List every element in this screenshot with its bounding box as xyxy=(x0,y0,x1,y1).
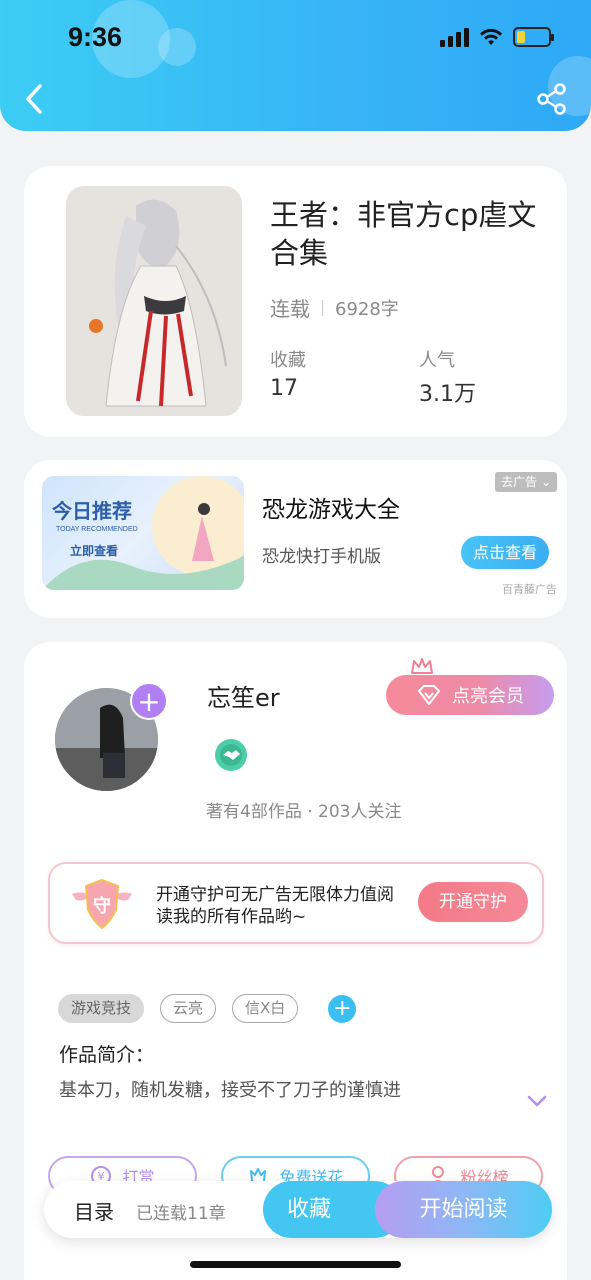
guard-button[interactable]: 开通守护 xyxy=(418,882,528,922)
intro-text: 基本刀，随机发糖，接受不了刀子的谨慎进 xyxy=(59,1080,401,1101)
ad-card[interactable]: 今日推荐 TODAY RECOMMENDED 立即查看 恐龙游戏大全 恐龙快打手… xyxy=(24,460,567,618)
add-tag-button[interactable]: + xyxy=(328,994,357,1023)
handshake-badge-icon[interactable] xyxy=(214,738,248,772)
share-icon[interactable] xyxy=(535,82,569,116)
signal-icon xyxy=(440,27,469,47)
book-status-row: 连载 6928字 xyxy=(270,293,399,322)
battery-icon xyxy=(513,27,554,47)
word-count: 6928字 xyxy=(335,298,399,320)
remove-ad-button[interactable]: 去广告 ⌄ xyxy=(495,472,557,492)
ad-source: 百青藤广告 xyxy=(502,583,557,596)
ad-title: 恐龙游戏大全 xyxy=(262,497,400,523)
guard-text: 开通守护可无广告无限体力值阅读我的所有作品哟~ xyxy=(156,885,394,927)
header-bar: 9:36 xyxy=(0,0,591,131)
popularity-value: 3.1万 xyxy=(419,382,476,407)
tag-list: 游戏竞技 云亮 信X白 + xyxy=(58,994,357,1023)
follow-button[interactable]: + xyxy=(130,682,168,720)
crown-icon xyxy=(411,658,433,674)
decor-bubble xyxy=(158,28,196,66)
start-reading-button[interactable]: 开始阅读 xyxy=(375,1181,552,1238)
status-icons xyxy=(440,27,554,47)
ad-subtitle: 恐龙快打手机版 xyxy=(262,547,381,567)
book-title: 王者：非官方cp虐文合集 xyxy=(270,198,537,270)
ad-image-title: 今日推荐 xyxy=(52,499,132,523)
remove-ad-label: 去广告 xyxy=(501,475,538,489)
divider xyxy=(322,299,323,316)
favorites-value: 17 xyxy=(270,376,298,401)
home-indicator xyxy=(190,1261,401,1268)
ad-image-button: 立即查看 xyxy=(70,543,118,558)
guard-banner: 守 开通守护可无广告无限体力值阅读我的所有作品哟~ 开通守护 xyxy=(48,862,544,944)
ad-image-subtitle: TODAY RECOMMENDED xyxy=(56,526,138,533)
tag-item[interactable]: 信X白 xyxy=(232,994,299,1023)
ad-cta-button[interactable]: 点击查看 xyxy=(461,536,549,569)
tag-item[interactable]: 游戏竞技 xyxy=(58,994,145,1023)
wifi-icon xyxy=(480,28,502,45)
cover-illustration xyxy=(66,186,242,416)
chapters-count[interactable]: 已连载11章 xyxy=(136,1199,226,1224)
tag-item[interactable]: 云亮 xyxy=(160,994,217,1023)
status-time: 9:36 xyxy=(68,22,123,52)
book-info-card: 王者：非官方cp虐文合集 连载 6928字 收藏 17 人气 3.1万 xyxy=(24,166,567,437)
book-cover[interactable] xyxy=(66,186,242,416)
vip-button[interactable]: 点亮会员 xyxy=(386,675,554,715)
serial-status: 连载 xyxy=(270,297,310,321)
guard-shield-text: 守 xyxy=(93,895,111,917)
author-meta: 著有4部作品 · 203人关注 xyxy=(206,802,402,822)
bottom-action-bar: 目录 已连载11章 收藏 开始阅读 xyxy=(44,1181,552,1238)
guard-shield-icon: 守 xyxy=(72,878,132,930)
intro-label: 作品简介： xyxy=(59,1044,155,1066)
popularity-label: 人气 xyxy=(419,350,455,371)
ad-image[interactable]: 今日推荐 TODAY RECOMMENDED 立即查看 xyxy=(42,476,244,590)
favorites-label: 收藏 xyxy=(270,350,306,371)
diamond-icon xyxy=(418,685,440,705)
back-icon[interactable] xyxy=(20,82,50,116)
toc-button[interactable]: 目录 xyxy=(74,1196,114,1225)
vip-button-label: 点亮会员 xyxy=(452,686,524,707)
author-name: 忘笙er xyxy=(207,684,280,712)
ad-illustration: 今日推荐 TODAY RECOMMENDED 立即查看 xyxy=(42,476,244,590)
chevron-down-icon[interactable] xyxy=(527,1094,547,1108)
